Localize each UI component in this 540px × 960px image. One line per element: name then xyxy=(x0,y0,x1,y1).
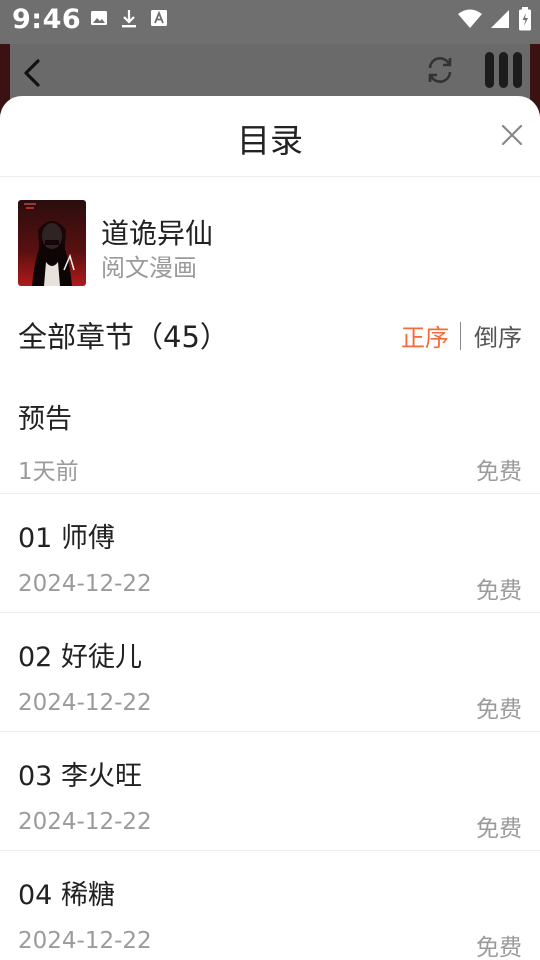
all-chapters-label: 全部章节（45） xyxy=(18,320,229,354)
chapter-title: 02 好徒儿 xyxy=(18,642,142,673)
panel-icon[interactable] xyxy=(483,52,525,88)
battery-icon xyxy=(519,7,531,31)
chapter-title: 04 稀糖 xyxy=(18,880,115,911)
chapter-price: 免费 xyxy=(476,697,522,723)
refresh-icon[interactable] xyxy=(424,54,456,86)
download-icon xyxy=(122,10,136,28)
close-icon[interactable] xyxy=(501,124,523,146)
chapter-item[interactable]: 03 李火旺 2024-12-22 免费 xyxy=(0,732,540,851)
chapter-item[interactable]: 02 好徒儿 2024-12-22 免费 xyxy=(0,613,540,732)
chapters-header: 全部章节（45） 正序 倒序 xyxy=(18,312,522,356)
image-icon xyxy=(91,11,107,25)
chapter-title: 01 师傅 xyxy=(18,523,115,554)
status-bar: 9:46 xyxy=(0,0,540,44)
chapter-item[interactable]: 01 师傅 2024-12-22 免费 xyxy=(0,494,540,613)
signal-icon xyxy=(491,10,509,28)
chapter-title: 03 李火旺 xyxy=(18,761,142,792)
chapter-item[interactable]: 预告 1天前 免费 xyxy=(0,375,540,494)
chapter-date: 2024-12-22 xyxy=(18,928,152,954)
wifi-icon xyxy=(458,9,482,28)
book-source: 阅文漫画 xyxy=(101,254,197,282)
chapter-item[interactable]: 04 稀糖 2024-12-22 免费 xyxy=(0,851,540,960)
chapter-date: 2024-12-22 xyxy=(18,690,152,716)
book-title: 道诡异仙 xyxy=(101,217,214,250)
text-a-icon xyxy=(151,10,167,26)
sort-ascending-button[interactable]: 正序 xyxy=(401,318,449,353)
sort-descending-button[interactable]: 倒序 xyxy=(474,318,522,353)
chapter-price: 免费 xyxy=(476,816,522,842)
book-cover xyxy=(18,200,86,286)
back-arrow-icon[interactable] xyxy=(18,58,46,88)
chapter-price: 免费 xyxy=(476,935,522,960)
catalog-sheet: 目录 道诡异仙 阅文漫画 全部章节（45） 正序 倒序 预告 1天前 免费 01… xyxy=(0,96,540,960)
sort-toggle: 正序 倒序 xyxy=(401,318,522,353)
chapter-title: 预告 xyxy=(18,404,72,435)
sort-divider xyxy=(460,321,461,350)
chapter-list: 预告 1天前 免费 01 师傅 2024-12-22 免费 02 好徒儿 202… xyxy=(0,375,540,960)
chapter-date: 1天前 xyxy=(18,459,79,485)
chapter-price: 免费 xyxy=(476,578,522,604)
book-info[interactable]: 道诡异仙 阅文漫画 xyxy=(18,200,518,286)
sheet-header: 目录 xyxy=(0,96,540,177)
chapter-price: 免费 xyxy=(476,459,522,485)
chapter-date: 2024-12-22 xyxy=(18,809,152,835)
chapter-date: 2024-12-22 xyxy=(18,571,152,597)
sheet-title: 目录 xyxy=(237,121,303,160)
status-time: 9:46 xyxy=(12,4,82,35)
